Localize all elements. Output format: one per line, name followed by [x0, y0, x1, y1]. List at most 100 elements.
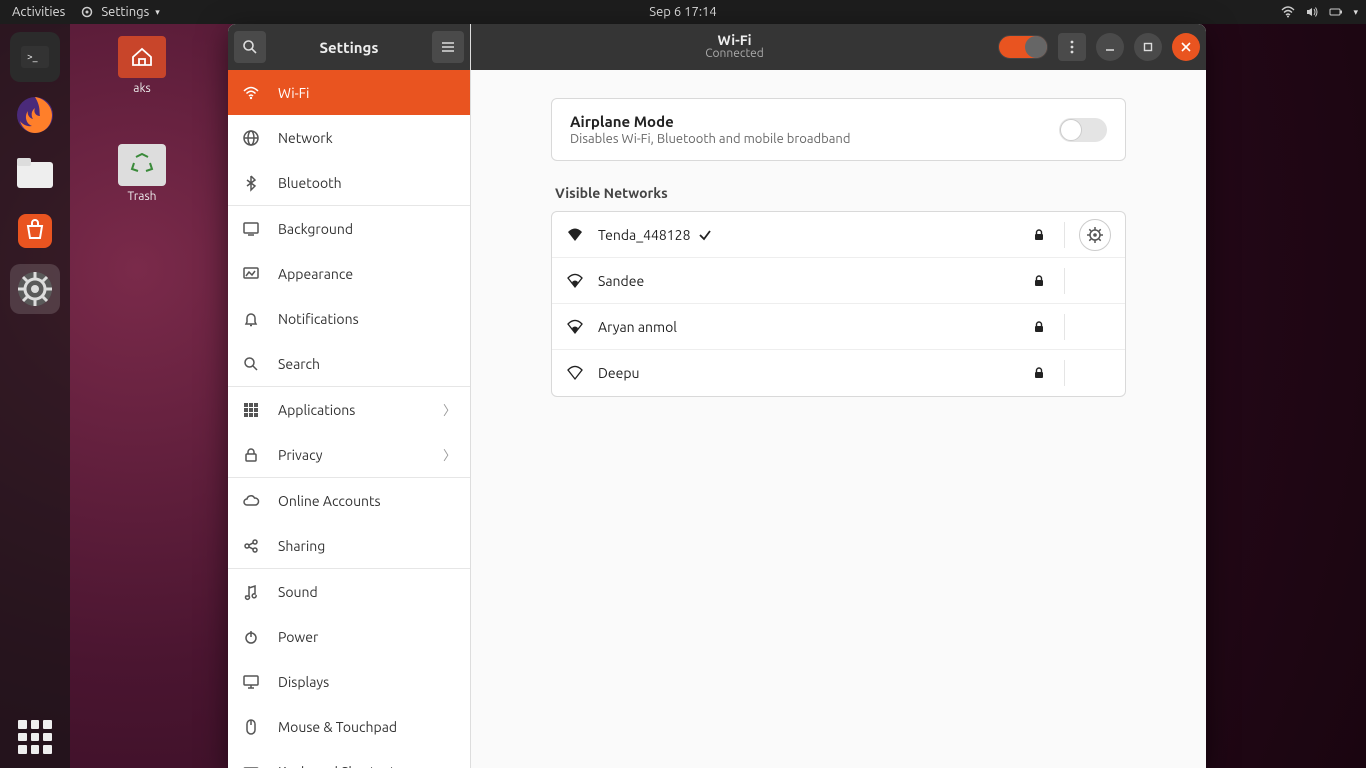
dock-terminal[interactable]: >_	[10, 32, 60, 82]
sidebar-list: Wi-Fi NetworkBluetoothBackground Appearanc…	[228, 70, 470, 768]
content-title-block: Wi-Fi Connected	[477, 33, 992, 61]
network-row[interactable]: Aryan anmol	[552, 304, 1125, 350]
sidebar-item-keyboard-shortcuts[interactable]: Keyboard Shortcuts	[228, 749, 470, 768]
sidebar-item-network[interactable]: Network	[228, 115, 470, 160]
battery-icon	[1329, 5, 1343, 19]
content-pane: Wi-Fi Connected Airplane Mode Disables W…	[471, 24, 1206, 768]
airplane-mode-toggle[interactable]	[1059, 118, 1107, 142]
sidebar-item-power[interactable]: Power	[228, 614, 470, 659]
sidebar-item-appearance[interactable]: Appearance	[228, 251, 470, 296]
network-settings-button[interactable]	[1079, 219, 1111, 251]
search-icon	[242, 39, 258, 55]
sidebar-item-label: Sharing	[278, 538, 456, 554]
apps-icon	[242, 401, 260, 419]
sidebar-item-sound[interactable]: Sound	[228, 569, 470, 614]
activities-button[interactable]: Activities	[12, 5, 65, 19]
chevron-down-icon: ▾	[155, 7, 160, 18]
sidebar-item-label: Online Accounts	[278, 493, 456, 509]
wifi-icon	[242, 84, 260, 102]
mouse-icon	[242, 718, 260, 736]
appearance-icon	[242, 265, 260, 283]
window-maximize-button[interactable]	[1134, 33, 1162, 61]
sidebar-item-label: Keyboard Shortcuts	[278, 764, 456, 768]
kebab-icon	[1070, 40, 1074, 54]
network-row[interactable]: Sandee	[552, 258, 1125, 304]
power-icon	[242, 628, 260, 646]
clock[interactable]: Sep 6 17:14	[649, 5, 716, 19]
network-icon	[242, 129, 260, 147]
app-menu[interactable]: Settings ▾	[79, 4, 159, 20]
lock-icon	[1032, 320, 1050, 334]
background-icon	[242, 220, 260, 238]
bluetooth-icon	[242, 174, 260, 192]
sound-icon	[242, 583, 260, 601]
settings-sidebar: Settings Wi-Fi NetworkBluetoothBackground…	[228, 24, 471, 768]
dock-files[interactable]	[10, 148, 60, 198]
dock-firefox[interactable]	[10, 90, 60, 140]
wifi-toggle[interactable]	[998, 35, 1048, 59]
sidebar-item-label: Mouse & Touchpad	[278, 719, 456, 735]
sidebar-item-label: Wi-Fi	[278, 85, 456, 101]
sidebar-item-label: Power	[278, 629, 456, 645]
lock-icon	[1032, 366, 1050, 380]
hamburger-button[interactable]	[432, 31, 464, 63]
sidebar-item-notifications[interactable]: Notifications	[228, 296, 470, 341]
sidebar-item-wi-fi[interactable]: Wi-Fi	[228, 70, 470, 115]
search-icon	[242, 355, 260, 373]
bell-icon	[242, 310, 260, 328]
gear-icon	[79, 4, 95, 20]
network-name: Tenda_448128	[598, 227, 1018, 243]
desktop-trash[interactable]: Trash	[102, 144, 182, 203]
sidebar-item-applications[interactable]: Applications 〉	[228, 387, 470, 432]
wifi-signal-icon	[566, 318, 584, 336]
sidebar-item-sharing[interactable]: Sharing	[228, 523, 470, 568]
network-row[interactable]: Deepu	[552, 350, 1125, 396]
airplane-desc: Disables Wi-Fi, Bluetooth and mobile bro…	[570, 132, 850, 146]
close-icon	[1181, 42, 1191, 52]
keyboard-icon	[242, 763, 260, 768]
content-title: Wi-Fi	[477, 33, 992, 47]
wifi-signal-icon	[566, 226, 584, 244]
lock-icon	[242, 446, 260, 464]
window-close-button[interactable]	[1172, 33, 1200, 61]
wifi-signal-icon	[566, 272, 584, 290]
display-icon	[242, 673, 260, 691]
kebab-menu-button[interactable]	[1058, 33, 1086, 61]
home-icon	[131, 47, 153, 67]
sidebar-item-background[interactable]: Background	[228, 206, 470, 251]
sidebar-item-online-accounts[interactable]: Online Accounts	[228, 478, 470, 523]
sidebar-item-search[interactable]: Search	[228, 341, 470, 386]
show-applications-button[interactable]	[18, 720, 52, 754]
lock-icon	[1032, 274, 1050, 288]
sidebar-header: Settings	[228, 24, 470, 70]
wifi-signal-icon	[566, 364, 584, 382]
visible-networks-label: Visible Networks	[555, 185, 1122, 201]
minimize-icon	[1105, 42, 1115, 52]
airplane-title: Airplane Mode	[570, 113, 850, 130]
network-row[interactable]: Tenda_448128	[552, 212, 1125, 258]
sidebar-item-mouse-touchpad[interactable]: Mouse & Touchpad	[228, 704, 470, 749]
dock-software[interactable]	[10, 206, 60, 256]
svg-text:>_: >_	[27, 51, 38, 62]
desktop-home-folder[interactable]: aks	[102, 36, 182, 95]
share-icon	[242, 537, 260, 555]
network-name: Aryan anmol	[598, 319, 1018, 335]
chevron-right-icon: 〉	[443, 400, 456, 419]
menu-icon	[440, 39, 456, 55]
window-minimize-button[interactable]	[1096, 33, 1124, 61]
sidebar-item-label: Applications	[278, 402, 425, 418]
dock: >_	[0, 24, 70, 768]
sidebar-title: Settings	[266, 39, 432, 56]
check-icon	[698, 228, 712, 242]
sidebar-item-bluetooth[interactable]: Bluetooth	[228, 160, 470, 205]
sidebar-item-label: Notifications	[278, 311, 456, 327]
search-button[interactable]	[234, 31, 266, 63]
system-status-area[interactable]: ▾	[1281, 5, 1358, 19]
lock-icon	[1032, 228, 1050, 242]
sidebar-item-displays[interactable]: Displays	[228, 659, 470, 704]
dock-settings[interactable]	[10, 264, 60, 314]
chevron-down-icon: ▾	[1353, 7, 1358, 18]
sidebar-item-privacy[interactable]: Privacy〉	[228, 432, 470, 477]
sidebar-item-label: Appearance	[278, 266, 456, 282]
maximize-icon	[1143, 42, 1153, 52]
